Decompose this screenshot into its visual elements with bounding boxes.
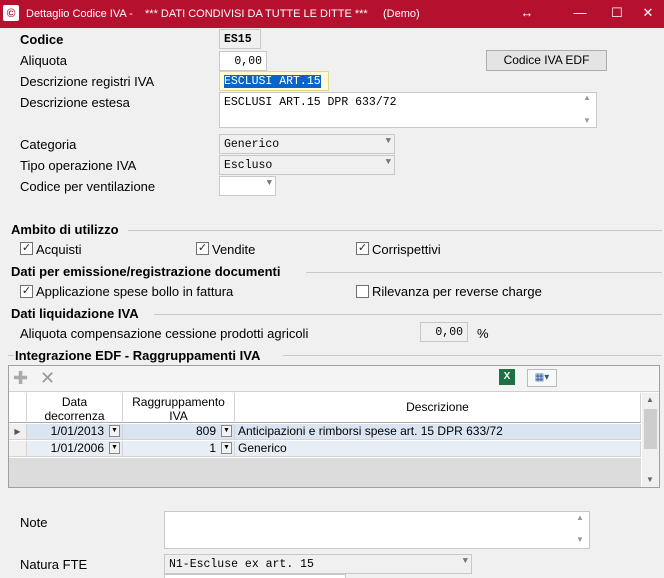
row-selector[interactable] (9, 441, 27, 457)
group-border (283, 355, 662, 356)
minimize-button[interactable]: — (566, 3, 594, 23)
codice-field: ES15 (219, 29, 261, 49)
scroll-thumb[interactable] (644, 409, 657, 449)
scroll-up-icon[interactable]: ▲ (576, 513, 584, 522)
emissione-section-title: Dati per emissione/registrazione documen… (11, 264, 281, 279)
scroll-down-icon[interactable]: ▼ (646, 475, 654, 484)
reverse-charge-label: Rilevanza per reverse charge (372, 284, 542, 299)
window-title: Dettaglio Codice IVA - *** DATI CONDIVIS… (26, 8, 420, 20)
col-header-descrizione[interactable]: Descrizione (235, 393, 641, 423)
descr-registri-label: Descrizione registri IVA (20, 74, 155, 89)
natura-fte-value: N1-Escluse ex art. 15 (169, 558, 314, 571)
natura-fte-label: Natura FTE (20, 557, 88, 572)
col-header-data[interactable]: Data decorrenza (27, 393, 123, 423)
chevron-down-icon: ▼ (385, 136, 391, 146)
note-label: Note (20, 515, 48, 530)
col-header-raggruppamento[interactable]: Raggruppamento IVA (123, 393, 235, 423)
aliquota-label: Aliquota (20, 53, 67, 68)
aliquota-comp-field: 0,00 (420, 322, 468, 342)
corrispettivi-label: Corrispettivi (372, 242, 441, 257)
bollo-label: Applicazione spese bollo in fattura (36, 284, 234, 299)
percent-label: % (477, 326, 489, 341)
row-raggr-cell[interactable]: 809 (123, 424, 235, 440)
app-logo-icon: © (3, 5, 19, 21)
resize-icon[interactable]: ↔ (513, 3, 541, 23)
chevron-down-icon[interactable]: ▼ (109, 442, 120, 454)
acquisti-checkbox[interactable]: ✓ (20, 242, 33, 255)
categoria-label: Categoria (20, 137, 77, 152)
row-descr-cell[interactable]: Generico (235, 441, 641, 457)
note-textarea[interactable] (164, 511, 590, 549)
codice-label: Codice (20, 32, 64, 47)
row-raggr-cell[interactable]: 1 (123, 441, 235, 457)
section-divider (128, 230, 662, 231)
scroll-up-icon[interactable]: ▲ (646, 395, 654, 404)
close-button[interactable]: ✕ (634, 3, 662, 23)
chevron-down-icon: ▼ (266, 178, 272, 188)
aliquota-comp-label: Aliquota compensazione cessione prodotti… (20, 326, 309, 341)
tipo-op-label: Tipo operazione IVA (20, 158, 137, 173)
section-divider (154, 314, 662, 315)
descr-estesa-textarea[interactable]: ESCLUSI ART.15 DPR 633/72 (219, 92, 597, 128)
add-icon[interactable]: ✚ (13, 368, 28, 388)
liquidazione-section-title: Dati liquidazione IVA (11, 306, 139, 321)
ambito-section-title: Ambito di utilizzo (11, 222, 119, 237)
edf-grid: ✚ ✕ X ▦▾ Data decorrenza Raggruppamento … (8, 365, 660, 488)
window-titlebar: © Dettaglio Codice IVA - *** DATI CONDIV… (0, 0, 664, 28)
grid-toolbar: ✚ ✕ X ▦▾ (9, 366, 659, 392)
descr-registri-field[interactable]: ESCLUSI ART.15 (219, 71, 329, 91)
excel-export-icon[interactable]: X (499, 369, 515, 385)
descr-estesa-label: Descrizione estesa (20, 95, 130, 110)
categoria-select[interactable]: Generico ▼ (219, 134, 395, 154)
reverse-charge-checkbox[interactable] (356, 285, 369, 298)
chevron-down-icon[interactable]: ▼ (109, 425, 120, 437)
aliquota-field[interactable]: 0,00 (219, 51, 267, 71)
bollo-checkbox[interactable]: ✓ (20, 285, 33, 298)
tipo-op-value: Escluso (224, 159, 273, 172)
row-header-corner (9, 393, 27, 423)
codice-iva-edf-button[interactable]: Codice IVA EDF (486, 50, 607, 71)
section-divider (306, 272, 662, 273)
delete-icon[interactable]: ✕ (40, 368, 55, 388)
categoria-value: Generico (224, 138, 280, 151)
row-selector-icon[interactable]: ▶ (9, 424, 27, 440)
column-settings-icon[interactable]: ▦▾ (527, 369, 557, 387)
chevron-down-icon[interactable]: ▼ (221, 425, 232, 437)
maximize-button[interactable]: ☐ (603, 3, 631, 23)
codice-vent-select[interactable]: ▼ (219, 176, 276, 196)
tipo-op-select[interactable]: Escluso ▼ (219, 155, 395, 175)
natura-fte-select[interactable]: N1-Escluse ex art. 15 ▼ (164, 554, 472, 574)
scroll-down-icon[interactable]: ▼ (576, 535, 584, 544)
group-border (8, 355, 14, 356)
scroll-down-icon[interactable]: ▼ (583, 116, 591, 125)
corrispettivi-checkbox[interactable]: ✓ (356, 242, 369, 255)
grid-empty-area (9, 458, 641, 487)
descr-registri-selected-text: ESCLUSI ART.15 (224, 75, 321, 88)
vendite-label: Vendite (212, 242, 256, 257)
edf-grid-title: Integrazione EDF - Raggruppamenti IVA (15, 348, 261, 363)
grid-scrollbar[interactable]: ▲ ▼ (642, 393, 659, 487)
codice-vent-label: Codice per ventilazione (20, 179, 156, 194)
chevron-down-icon: ▼ (385, 157, 391, 167)
vendite-checkbox[interactable]: ✓ (196, 242, 209, 255)
next-field-partial (164, 574, 346, 578)
acquisti-label: Acquisti (36, 242, 82, 257)
chevron-down-icon[interactable]: ▼ (221, 442, 232, 454)
chevron-down-icon: ▼ (462, 556, 468, 566)
scroll-up-icon[interactable]: ▲ (583, 93, 591, 102)
row-descr-cell[interactable]: Anticipazioni e rimborsi spese art. 15 D… (235, 424, 641, 440)
